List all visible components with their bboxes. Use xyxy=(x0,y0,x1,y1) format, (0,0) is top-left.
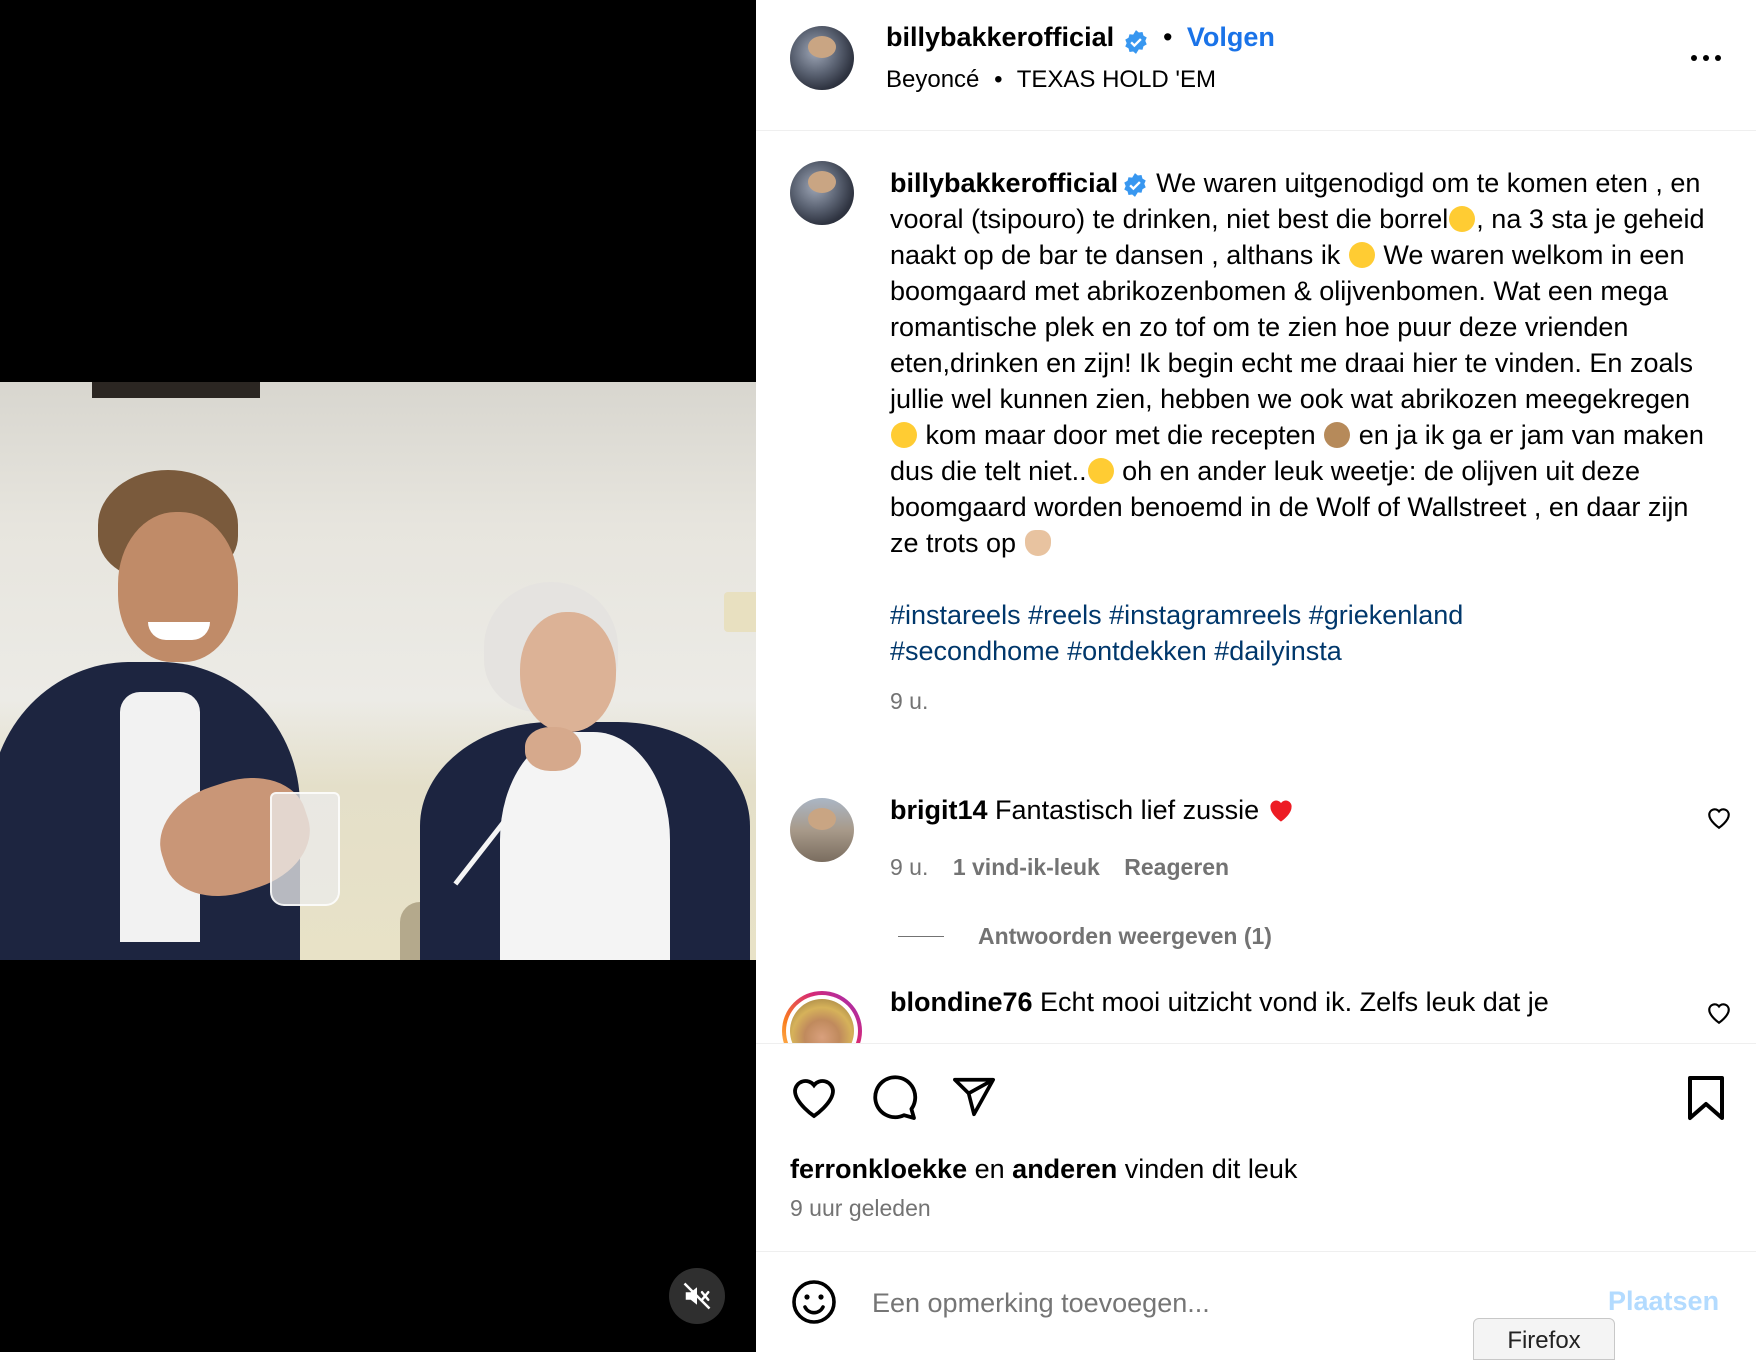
caption-part-4: kom maar door met die recepten xyxy=(918,420,1324,450)
drinking-glass xyxy=(270,792,340,906)
audio-artist: Beyoncé xyxy=(886,66,980,93)
comment-avatar-brigit14[interactable] xyxy=(790,798,854,862)
person-right-face xyxy=(520,612,616,732)
replies-divider xyxy=(898,936,944,937)
comment-time[interactable]: 9 u. xyxy=(890,854,928,880)
comment-text: Echt mooi uitzicht vond ik. Zelfs leuk d… xyxy=(1040,987,1549,1017)
grinning-face-emoji-icon xyxy=(1087,458,1114,484)
person-left-smile xyxy=(148,622,210,640)
person-right-shirt xyxy=(500,732,670,960)
mute-button[interactable] xyxy=(669,1268,725,1324)
emoji-picker-icon[interactable] xyxy=(790,1278,838,1326)
comment-username[interactable]: blondine76 xyxy=(890,987,1033,1017)
ok-hand-emoji-icon xyxy=(1024,530,1051,556)
speaker-muted-icon xyxy=(683,1282,711,1310)
hashtags-line-2[interactable]: #secondhome #ontdekken #dailyinsta xyxy=(890,633,1710,669)
author-line: billybakkerofficial • Volgen xyxy=(886,22,1275,55)
save-bookmark-icon[interactable] xyxy=(1684,1074,1728,1122)
audio-line[interactable]: Beyoncé • TEXAS HOLD 'EM xyxy=(886,66,1216,94)
likes-and: en xyxy=(974,1154,1005,1184)
browser-tab-label[interactable]: Firefox xyxy=(1473,1318,1615,1360)
like-comment-heart-icon[interactable] xyxy=(1706,806,1732,830)
picture-frame xyxy=(92,382,260,398)
flushed-face-emoji-icon xyxy=(1449,206,1476,232)
author-username[interactable]: billybakkerofficial xyxy=(886,22,1114,52)
post-time[interactable]: 9 uur geleden xyxy=(790,1195,931,1222)
separator-dot: • xyxy=(1163,22,1173,52)
likes-summary: ferronkloekke en anderen vinden dit leuk xyxy=(790,1154,1297,1185)
verified-badge-icon xyxy=(1124,29,1147,54)
comment-input[interactable] xyxy=(870,1280,1574,1326)
comment-blondine76: blondine76 Echt mooi uitzicht vond ik. Z… xyxy=(890,987,1549,1018)
post-actions: ferronkloekke en anderen vinden dit leuk… xyxy=(756,1043,1756,1353)
comment-username[interactable]: brigit14 xyxy=(890,795,988,825)
caption-text: billybakkerofficial We waren uitgenodigd… xyxy=(890,165,1710,719)
separator-dot: • xyxy=(994,66,1003,93)
likes-others[interactable]: anderen xyxy=(1012,1154,1117,1184)
comment-likes[interactable]: 1 vind-ik-leuk xyxy=(953,854,1100,880)
post-header: billybakkerofficial • Volgen Beyoncé • T… xyxy=(756,0,1756,131)
hashtags-line-1[interactable]: #instareels #reels #instagramreels #grie… xyxy=(890,597,1710,633)
audio-title: TEXAS HOLD 'EM xyxy=(1016,66,1217,93)
video-frame[interactable] xyxy=(0,382,756,960)
caption-avatar[interactable] xyxy=(790,161,854,225)
likes-suffix: vinden dit leuk xyxy=(1124,1154,1298,1184)
wall-socket xyxy=(724,592,756,632)
caption-username[interactable]: billybakkerofficial xyxy=(890,168,1118,198)
likes-first-user[interactable]: ferronkloekke xyxy=(790,1154,967,1184)
verified-badge-icon xyxy=(1124,172,1146,197)
comment-avatar-blondine76 xyxy=(790,999,854,1043)
comment-bubble-icon[interactable] xyxy=(870,1074,918,1122)
like-comment-heart-icon[interactable] xyxy=(1706,1001,1732,1025)
follow-button[interactable]: Volgen xyxy=(1187,22,1275,52)
view-replies-button[interactable]: Antwoorden weergeven (1) xyxy=(978,923,1272,950)
reply-button[interactable]: Reageren xyxy=(1124,854,1229,880)
comments-scroll-area[interactable]: billybakkerofficial We waren uitgenodigd… xyxy=(756,131,1756,1043)
like-heart-icon[interactable] xyxy=(790,1074,838,1120)
wink-emoji-icon xyxy=(891,422,917,448)
comment-text: Fantastisch lief zussie xyxy=(995,795,1260,825)
see-no-evil-monkey-emoji-icon xyxy=(1324,422,1351,448)
story-ring[interactable] xyxy=(782,991,862,1043)
red-heart-emoji-icon xyxy=(1270,800,1292,822)
caption-time[interactable]: 9 u. xyxy=(890,683,1710,719)
person-right-hand xyxy=(525,727,581,771)
comment-brigit14: brigit14 Fantastisch lief zussie xyxy=(890,795,1295,826)
share-paper-plane-icon[interactable] xyxy=(950,1074,998,1120)
more-horizontal-icon[interactable] xyxy=(1684,46,1728,70)
post-sidebar: billybakkerofficial • Volgen Beyoncé • T… xyxy=(756,0,1756,1352)
video-pane[interactable] xyxy=(0,0,756,1352)
comment-meta: 9 u. 1 vind-ik-leuk Reageren xyxy=(890,854,1229,881)
rofl-emoji-icon xyxy=(1348,242,1375,268)
author-avatar[interactable] xyxy=(790,26,854,90)
post-comment-button[interactable]: Plaatsen xyxy=(1608,1286,1719,1317)
